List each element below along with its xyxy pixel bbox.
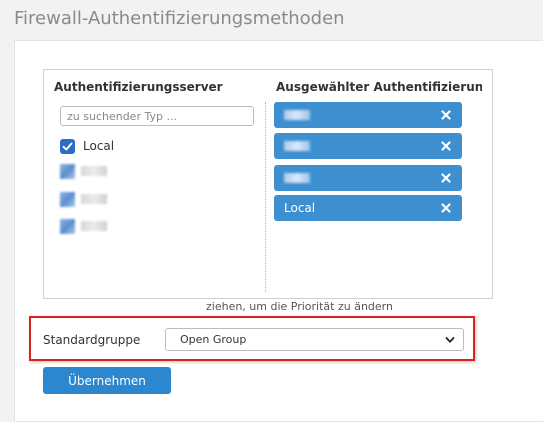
auth-method-panel: Authentifizierungsserver Ausgewählter Au… <box>43 69 493 299</box>
redacted-server-icon <box>60 218 75 234</box>
selected-server-chip[interactable] <box>274 133 462 159</box>
available-server-item-redacted[interactable] <box>60 217 107 235</box>
redacted-server-label <box>81 194 107 204</box>
checkmark-icon[interactable] <box>60 138 75 154</box>
selected-server-chip-local[interactable]: Local <box>274 195 462 221</box>
redacted-server-icon <box>60 191 75 207</box>
redacted-chip-label <box>284 110 310 120</box>
selected-servers-header: Ausgewählter Authentifizierung... <box>276 80 482 94</box>
redacted-server-label <box>81 166 107 176</box>
default-group-label: Standardgruppe <box>43 333 141 347</box>
close-icon[interactable] <box>440 172 452 184</box>
column-divider <box>265 102 266 292</box>
chip-label: Local <box>284 201 316 215</box>
close-icon[interactable] <box>440 109 452 121</box>
selected-server-chip[interactable] <box>274 165 462 191</box>
available-server-item-redacted[interactable] <box>60 162 107 180</box>
close-icon[interactable] <box>440 140 452 152</box>
available-server-item-redacted[interactable] <box>60 190 107 208</box>
redacted-server-label <box>81 221 107 231</box>
default-group-select[interactable]: Open Group <box>165 328 464 351</box>
default-group-value: Open Group <box>180 333 247 346</box>
server-search-input[interactable] <box>60 106 254 126</box>
server-label: Local <box>83 139 115 153</box>
close-icon[interactable] <box>440 202 452 214</box>
page-title: Firewall-Authentifizierungsmethoden <box>14 8 345 29</box>
chevron-down-icon <box>445 337 455 343</box>
selected-server-chip[interactable] <box>274 102 462 128</box>
available-server-item-local[interactable]: Local <box>60 137 114 155</box>
apply-button[interactable]: Übernehmen <box>43 367 171 394</box>
redacted-chip-label <box>284 141 310 151</box>
redacted-chip-label <box>284 173 310 183</box>
redacted-server-icon <box>60 163 75 179</box>
priority-hint: ziehen, um die Priorität zu ändern <box>206 300 393 313</box>
available-servers-header: Authentifizierungsserver <box>54 80 223 94</box>
